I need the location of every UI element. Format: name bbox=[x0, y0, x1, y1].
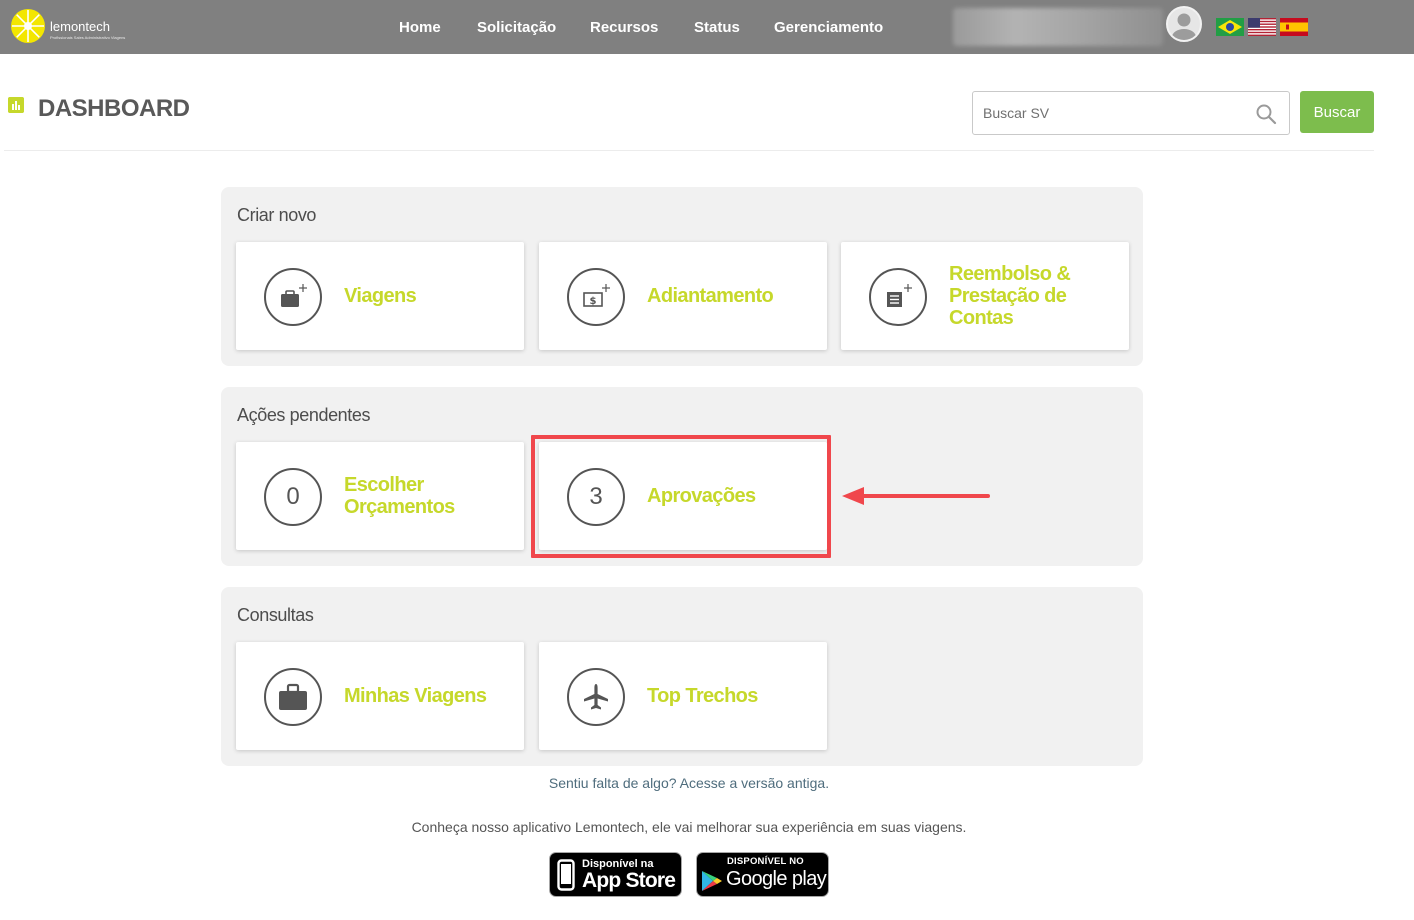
top-navigation-bar: lemontech Profissionais Sales Administra… bbox=[0, 0, 1414, 54]
nav-solicitacao[interactable]: Solicitação bbox=[477, 19, 556, 36]
section-title: Criar novo bbox=[237, 205, 317, 225]
phone-icon bbox=[557, 859, 575, 891]
google-play-badge[interactable]: DISPONÍVEL NO Google play bbox=[696, 852, 829, 897]
highlight-box bbox=[531, 435, 831, 558]
card-label: Top Trechos bbox=[647, 685, 758, 707]
nav-status[interactable]: Status bbox=[694, 19, 740, 36]
svg-text:$: $ bbox=[590, 296, 597, 307]
search-button[interactable]: Buscar bbox=[1300, 91, 1374, 133]
card-icon-circle bbox=[869, 268, 927, 326]
card-label: Viagens bbox=[344, 285, 417, 307]
section-consultas: Consultas Minhas Viagens Top Trechos bbox=[221, 587, 1143, 766]
briefcase-icon bbox=[279, 683, 307, 710]
old-version-link[interactable]: Sentiu falta de algo? Acesse a versão an… bbox=[0, 775, 1378, 791]
app-store-big-text: App Store bbox=[582, 869, 676, 892]
card-top-trechos[interactable]: Top Trechos bbox=[539, 642, 827, 750]
card-label: Minhas Viagens bbox=[344, 685, 487, 707]
nav-home[interactable]: Home bbox=[399, 19, 441, 36]
google-play-small-text: DISPONÍVEL NO bbox=[727, 856, 804, 867]
brand-name: lemontech bbox=[50, 18, 110, 34]
card-label: Escolher Orçamentos bbox=[344, 474, 455, 518]
bar-chart-icon bbox=[8, 97, 24, 113]
usa-flag-icon[interactable] bbox=[1248, 18, 1276, 36]
redacted-user-name[interactable] bbox=[953, 8, 1163, 46]
receipt-plus-icon bbox=[887, 284, 912, 307]
card-label: Reembolso & Prestação de Contas bbox=[949, 263, 1071, 329]
lemon-logo-icon bbox=[11, 9, 45, 43]
google-play-big-text: Google play bbox=[726, 868, 827, 890]
search-input[interactable] bbox=[973, 92, 1233, 134]
card-minhas-viagens[interactable]: Minhas Viagens bbox=[236, 642, 524, 750]
lemontech-logo[interactable]: lemontech Profissionais Sales Administra… bbox=[10, 6, 125, 46]
card-viagens[interactable]: Viagens bbox=[236, 242, 524, 350]
airplane-icon bbox=[584, 684, 608, 710]
app-promo-text: Conheça nosso aplicativo Lemontech, ele … bbox=[411, 819, 967, 835]
section-criar-novo: Criar novo Viagens $ Adiantamento Reembo… bbox=[221, 187, 1143, 366]
play-store-icon bbox=[702, 871, 722, 891]
user-icon bbox=[1172, 13, 1196, 40]
arrow-icon bbox=[842, 487, 990, 505]
card-icon-circle bbox=[264, 668, 322, 726]
pending-count: 0 bbox=[264, 468, 322, 526]
card-label: Adiantamento bbox=[647, 285, 774, 307]
card-icon-circle: $ bbox=[567, 268, 625, 326]
money-plus-icon: $ bbox=[583, 284, 610, 307]
page-title: DASHBOARD bbox=[38, 95, 190, 122]
card-adiantamento[interactable]: $ Adiantamento bbox=[539, 242, 827, 350]
card-escolher-orcamentos[interactable]: 0 Escolher Orçamentos bbox=[236, 442, 524, 550]
section-title: Ações pendentes bbox=[237, 405, 371, 425]
app-store-badge[interactable]: Disponível na App Store bbox=[549, 852, 682, 897]
spain-flag-icon[interactable] bbox=[1280, 18, 1308, 36]
header-divider bbox=[4, 150, 1374, 151]
user-avatar[interactable] bbox=[1166, 6, 1202, 42]
card-reembolso[interactable]: Reembolso & Prestação de Contas bbox=[841, 242, 1129, 350]
section-title: Consultas bbox=[237, 605, 314, 625]
search-icon[interactable] bbox=[1255, 103, 1277, 125]
brazil-flag-icon[interactable] bbox=[1216, 18, 1244, 36]
search-field[interactable] bbox=[972, 91, 1290, 135]
card-icon-circle bbox=[567, 668, 625, 726]
briefcase-plus-icon bbox=[281, 284, 307, 307]
brand-tagline: Profissionais Sales Administrativo Viage… bbox=[50, 35, 126, 40]
nav-recursos[interactable]: Recursos bbox=[590, 19, 658, 36]
nav-gerenciamento[interactable]: Gerenciamento bbox=[774, 19, 883, 36]
card-icon-circle bbox=[264, 268, 322, 326]
